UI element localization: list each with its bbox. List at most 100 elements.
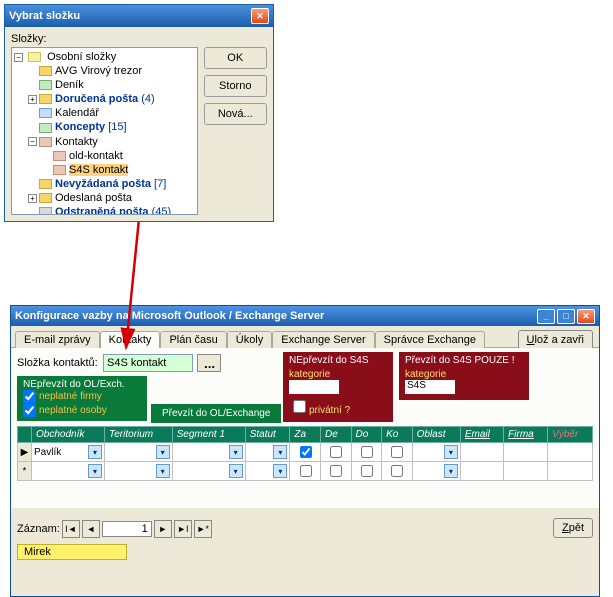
cell-za-checkbox[interactable] <box>300 465 312 477</box>
cell-firma[interactable] <box>504 462 548 481</box>
tab-exchange[interactable]: Exchange Server <box>272 331 374 348</box>
dropdown-icon[interactable]: ▾ <box>229 445 243 459</box>
col-firma[interactable]: Firma <box>504 427 548 443</box>
col-za[interactable]: Za <box>290 427 321 443</box>
invalid-firms-option[interactable]: neplatné firmy <box>23 390 141 404</box>
dropdown-icon[interactable]: ▾ <box>444 445 458 459</box>
tab-email[interactable]: E-mail zprávy <box>15 331 100 348</box>
tree-item-label[interactable]: Doručená pošta <box>55 93 138 105</box>
no-transfer-s4s-box: NEpřevzít do S4S kategorie privátní ? <box>283 352 393 422</box>
cell-za-checkbox[interactable] <box>300 446 312 458</box>
col-vyber[interactable]: Výběr <box>548 427 593 443</box>
invalid-persons-option[interactable]: neplatné osoby <box>23 404 141 418</box>
cancel-button[interactable]: Storno <box>204 75 267 97</box>
tab-spravce[interactable]: Správce Exchange <box>375 331 485 348</box>
tree-expander <box>28 67 37 76</box>
folders-label: Složky: <box>11 33 267 45</box>
grid-row[interactable]: ▶ Pavlík▾ ▾ ▾ ▾ ▾ <box>18 443 593 462</box>
dialog-close-button[interactable]: ✕ <box>251 8 269 24</box>
folder-tree[interactable]: Osobní složky AVG Virový trezor Deník Do… <box>11 47 198 215</box>
cell-obchodnik[interactable]: Pavlík <box>34 447 88 458</box>
tree-item-label[interactable]: Nevyžádaná pošta <box>55 178 151 190</box>
grid-row-new[interactable]: * ▾ ▾ ▾ ▾ ▾ <box>18 462 593 481</box>
cell-email[interactable] <box>460 443 503 462</box>
invalid-firms-checkbox[interactable] <box>23 390 36 403</box>
redbox1-title: NEpřevzít do S4S <box>289 355 387 366</box>
tree-item-label[interactable]: Odeslaná pošta <box>55 192 132 204</box>
col-obchodnik[interactable]: Obchodník <box>32 427 105 443</box>
tab-plan-casu[interactable]: Plán času <box>160 331 226 348</box>
tree-item-label[interactable]: Deník <box>55 79 84 91</box>
row-marker: * <box>18 462 32 481</box>
nav-next-button[interactable]: ► <box>154 520 172 538</box>
nav-first-button[interactable]: I◄ <box>62 520 80 538</box>
col-segment[interactable]: Segment 1 <box>172 427 245 443</box>
contacts-icon <box>53 151 66 161</box>
cell-de-checkbox[interactable] <box>330 446 342 458</box>
cell-do-checkbox[interactable] <box>361 465 373 477</box>
col-de[interactable]: De <box>320 427 351 443</box>
ok-button[interactable]: OK <box>204 47 267 69</box>
dropdown-icon[interactable]: ▾ <box>156 445 170 459</box>
col-teritorium[interactable]: Teritorium <box>105 427 173 443</box>
transfer-to-ol-button[interactable]: Převzít do OL/Exchange <box>151 404 281 423</box>
kategorie-value[interactable]: S4S <box>405 380 455 394</box>
col-do[interactable]: Do <box>351 427 382 443</box>
tree-root-label[interactable]: Osobní složky <box>47 51 116 63</box>
cell-do-checkbox[interactable] <box>361 446 373 458</box>
maximize-button[interactable]: □ <box>557 309 575 324</box>
transfer-s4s-only-box: Převzít do S4S POUZE ! kategorie S4S <box>399 352 529 400</box>
tree-item-label[interactable]: AVG Virový trezor <box>55 65 142 77</box>
tab-ukoly[interactable]: Úkoly <box>227 331 273 348</box>
col-ko[interactable]: Ko <box>382 427 413 443</box>
contacts-folder-input[interactable] <box>103 354 193 372</box>
back-button[interactable]: Zpět <box>553 518 593 538</box>
kategorie-value[interactable] <box>289 380 339 394</box>
dropdown-icon[interactable]: ▾ <box>156 464 170 478</box>
dropdown-icon[interactable]: ▾ <box>273 445 287 459</box>
record-position-input[interactable] <box>102 521 152 537</box>
browse-folder-button[interactable]: ... <box>197 354 221 372</box>
config-window: Konfigurace vazby na Microsoft Outlook /… <box>10 305 600 597</box>
col-oblast[interactable]: Oblast <box>412 427 460 443</box>
dropdown-icon[interactable]: ▾ <box>88 445 102 459</box>
cell-vyber[interactable] <box>548 443 593 462</box>
tab-kontakty[interactable]: Kontakty <box>100 331 161 348</box>
cell-ko-checkbox[interactable] <box>391 446 403 458</box>
cell-vyber[interactable] <box>548 462 593 481</box>
tree-count: [7] <box>154 178 166 190</box>
tree-count: (45) <box>152 206 172 215</box>
dropdown-icon[interactable]: ▾ <box>229 464 243 478</box>
tree-expander <box>28 81 37 90</box>
tree-item-label[interactable]: Kontakty <box>55 136 98 148</box>
private-checkbox[interactable] <box>293 400 306 413</box>
filter-grid: Obchodník Teritorium Segment 1 Statut Za… <box>17 426 593 481</box>
tree-expander[interactable] <box>28 137 37 146</box>
new-button[interactable]: Nová... <box>204 103 267 125</box>
nav-last-button[interactable]: ►I <box>174 520 192 538</box>
tree-expander[interactable] <box>28 95 37 104</box>
tree-expander[interactable] <box>14 53 23 62</box>
col-email[interactable]: Email <box>460 427 503 443</box>
invalid-persons-checkbox[interactable] <box>23 404 36 417</box>
cell-de-checkbox[interactable] <box>330 465 342 477</box>
nav-prev-button[interactable]: ◄ <box>82 520 100 538</box>
cell-email[interactable] <box>460 462 503 481</box>
tree-item-label[interactable]: Odstraněná pošta <box>55 206 149 215</box>
tree-item-label[interactable]: Koncepty <box>55 122 105 134</box>
tree-item-label[interactable]: Kalendář <box>55 107 99 119</box>
close-button[interactable]: ✕ <box>577 309 595 324</box>
minimize-button[interactable]: _ <box>537 309 555 324</box>
tree-expander[interactable] <box>28 194 37 203</box>
cell-firma[interactable] <box>504 443 548 462</box>
dropdown-icon[interactable]: ▾ <box>88 464 102 478</box>
dropdown-icon[interactable]: ▾ <box>444 464 458 478</box>
tree-item-label-selected[interactable]: S4S kontakt <box>69 164 128 176</box>
col-statut[interactable]: Statut <box>245 427 290 443</box>
tree-item-label[interactable]: old-kontakt <box>69 150 123 162</box>
dropdown-icon[interactable]: ▾ <box>273 464 287 478</box>
nav-new-button[interactable]: ►* <box>194 520 212 538</box>
cell-ko-checkbox[interactable] <box>391 465 403 477</box>
tree-count: (4) <box>141 93 154 105</box>
save-close-button[interactable]: Ulož a zavři <box>518 330 593 350</box>
